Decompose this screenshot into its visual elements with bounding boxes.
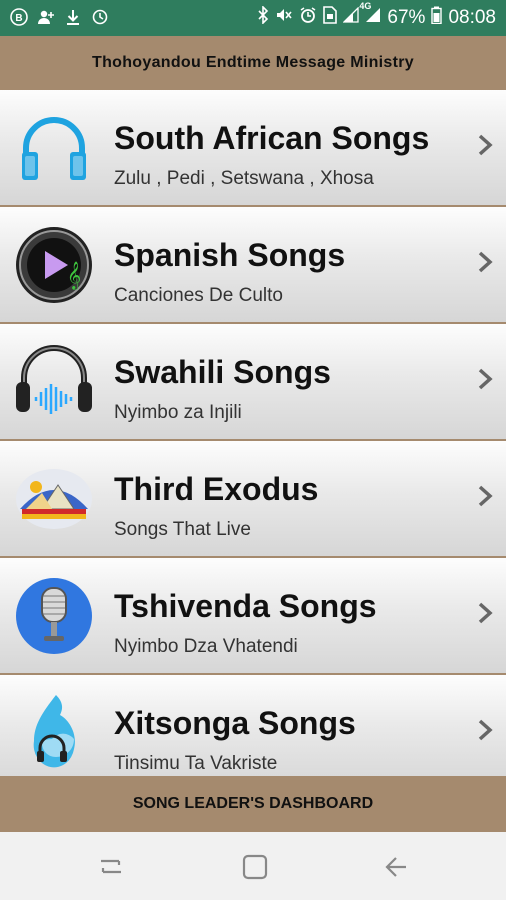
flame-headphones-icon (12, 693, 96, 773)
download-icon (64, 8, 82, 26)
battery-text: 67% (387, 7, 426, 28)
chevron-right-icon (478, 251, 493, 273)
status-right: 4G 67% 08:08 (257, 1, 496, 30)
footer-label: SONG LEADER'S DASHBOARD (132, 795, 374, 812)
item-subtitle: Tinsimu Ta Vakriste (114, 753, 278, 774)
item-subtitle: Nyimbo za Injili (114, 402, 242, 423)
list-item-south-african-songs[interactable]: South African Songs Zulu , Pedi , Setswa… (0, 90, 506, 207)
microphone-icon (12, 576, 96, 656)
item-title: Swahili Songs (114, 354, 331, 390)
chevron-right-icon (478, 368, 493, 390)
back-icon[interactable] (382, 852, 412, 882)
list-item-third-exodus[interactable]: Third Exodus Songs That Live (0, 441, 506, 558)
sync-icon (91, 8, 109, 26)
list-item-xitsonga-songs[interactable]: Xitsonga Songs Tinsimu Ta Vakriste (0, 675, 506, 776)
headset-sound-icon (12, 342, 96, 422)
song-category-list: South African Songs Zulu , Pedi , Setswa… (0, 90, 506, 776)
clock-time: 08:08 (448, 7, 496, 28)
bbm-icon: B (10, 8, 28, 26)
chevron-right-icon (478, 485, 493, 507)
item-title: South African Songs (114, 120, 430, 156)
song-leaders-dashboard-button[interactable]: SONG LEADER'S DASHBOARD (0, 776, 506, 832)
item-title: Xitsonga Songs (114, 705, 356, 741)
item-subtitle: Zulu , Pedi , Setswana , Xhosa (114, 168, 374, 189)
recent-apps-icon[interactable] (96, 852, 126, 882)
item-subtitle: Canciones De Culto (114, 285, 283, 306)
mute-icon (275, 6, 293, 30)
item-title: Tshivenda Songs (114, 588, 377, 624)
battery-icon (431, 6, 443, 30)
list-item-tshivenda-songs[interactable]: Tshivenda Songs Nyimbo Dza Vhatendi (0, 558, 506, 675)
signal-icon (342, 6, 360, 29)
list-item-spanish-songs[interactable]: 𝄞 Spanish Songs Canciones De Culto (0, 207, 506, 324)
headphones-icon (12, 108, 96, 188)
chevron-right-icon (478, 602, 493, 624)
chevron-right-icon (478, 719, 493, 741)
bluetooth-icon (257, 5, 269, 30)
signal-4g-icon: 4G (359, 1, 381, 29)
alarm-icon (299, 6, 317, 30)
home-icon[interactable] (240, 852, 270, 882)
item-subtitle: Nyimbo Dza Vhatendi (114, 636, 298, 657)
list-item-swahili-songs[interactable]: Swahili Songs Nyimbo za Injili (0, 324, 506, 441)
sim-icon (323, 6, 338, 30)
add-person-icon (37, 8, 55, 26)
item-title: Spanish Songs (114, 237, 346, 273)
svg-text:𝄞: 𝄞 (67, 261, 81, 290)
item-subtitle: Songs That Live (114, 519, 251, 540)
app-title-bar: Thohoyandou Endtime Message Ministry (0, 36, 506, 90)
pyramid-logo-icon (12, 459, 96, 539)
status-left-icons: B (10, 8, 109, 26)
network-type-label: 4G (359, 1, 372, 11)
svg-text:B: B (15, 13, 22, 24)
chevron-right-icon (478, 134, 493, 156)
app-title: Thohoyandou Endtime Message Ministry (92, 54, 414, 71)
status-bar: B 4G 67% 08:08 (0, 0, 506, 36)
play-music-icon: 𝄞 (12, 225, 96, 305)
system-navigation-bar (0, 832, 506, 900)
item-title: Third Exodus (114, 471, 319, 507)
